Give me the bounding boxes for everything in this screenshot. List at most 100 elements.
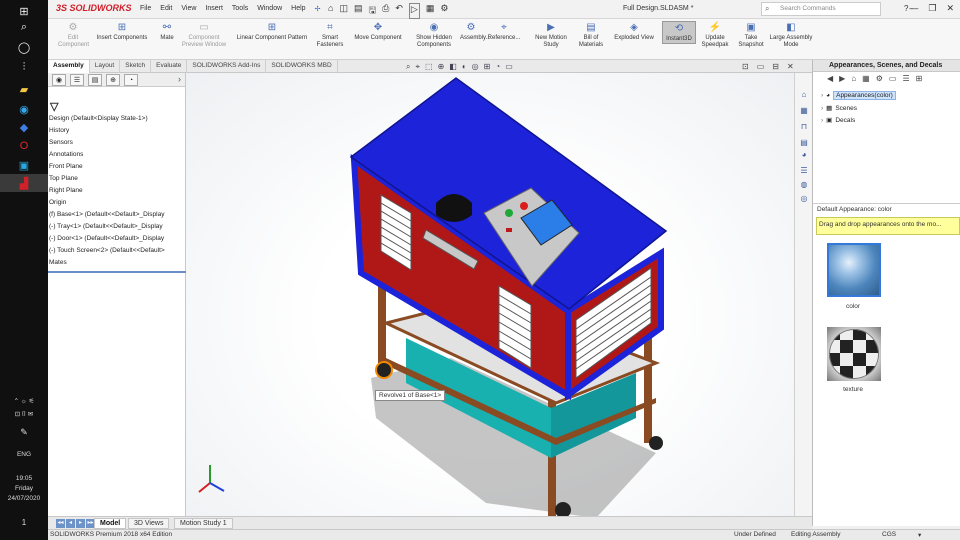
app-icon[interactable]: ▣: [14, 156, 34, 174]
view-tool-icon[interactable]: ⌕: [406, 62, 410, 72]
tree-node[interactable]: (f) Base<1> (Default<<Default>_Display: [48, 211, 186, 223]
select-icon[interactable]: ▷: [408, 3, 420, 19]
view-tool-icon[interactable]: ◎: [472, 62, 479, 72]
task-pane-tab-icon[interactable]: ▤: [798, 137, 810, 149]
viewport-close-icon[interactable]: ✕: [787, 62, 794, 71]
restore-button[interactable]: ❐: [928, 3, 936, 14]
tree-node[interactable]: Sensors: [48, 139, 186, 151]
pin-icon[interactable]: ✢: [315, 5, 321, 13]
configuration-manager-tab-icon[interactable]: ▤: [88, 74, 102, 86]
viewport-minimize-icon[interactable]: ▭: [757, 62, 765, 71]
tree-node[interactable]: Front Plane: [48, 163, 186, 175]
appearance-node[interactable]: › ◕ Appearances(color): [821, 91, 896, 100]
dimxpert-tab-icon[interactable]: ⊕: [106, 74, 120, 86]
save-icon[interactable]: 🖫: [368, 3, 376, 19]
menu-tools[interactable]: Tools: [232, 5, 248, 13]
viewport-restore-icon[interactable]: ⊟: [772, 62, 779, 71]
pane-divider[interactable]: [813, 203, 960, 204]
task-pane-tab-icon[interactable]: ◕: [798, 149, 810, 161]
task-pane-tab-icon[interactable]: ☰: [798, 165, 810, 177]
tree-node[interactable]: Right Plane: [48, 187, 186, 199]
tab-layout[interactable]: Layout: [90, 60, 121, 73]
menu-help[interactable]: Help: [291, 5, 305, 13]
view-tool-icon[interactable]: ⊕: [438, 62, 445, 72]
view-tool-icon[interactable]: ⌖: [415, 62, 420, 72]
status-units-dropdown-icon[interactable]: ▾: [918, 531, 921, 539]
tray-icons[interactable]: ⌃ ☼ ⚟: [0, 397, 48, 406]
clock-time[interactable]: 19:05: [0, 474, 48, 483]
tree-node[interactable]: Design (Default<Display State-1>): [48, 115, 186, 127]
ribbon-button-mate[interactable]: ⚯ Mate: [156, 21, 178, 42]
tab-solidworks-add-ins[interactable]: SOLIDWORKS Add-Ins: [187, 60, 267, 73]
view-tool-icon[interactable]: ◧: [449, 62, 457, 72]
ribbon-button-smart-fasteners[interactable]: ⌗ Smart Fasteners: [316, 21, 344, 49]
minimize-button[interactable]: —: [909, 3, 918, 14]
view-tool-icon[interactable]: ▭: [505, 62, 513, 72]
opera-icon[interactable]: O: [14, 137, 34, 155]
tree-node[interactable]: Mates: [48, 259, 186, 271]
filter-icon[interactable]: ▽: [50, 100, 58, 113]
solidworks-logo[interactable]: 3S SOLIDWORKS: [56, 3, 132, 13]
ribbon-button-update-speedpak[interactable]: ⚡ Update Speedpak: [698, 21, 732, 49]
task-pane-tool-icon[interactable]: ⌂: [851, 74, 856, 83]
tray-icons-2[interactable]: ⊡ ⌷ ✉: [0, 410, 48, 419]
tree-node[interactable]: (-) Touch Screen<2> (Default<<Default>: [48, 247, 186, 259]
expand-icon[interactable]: ›: [821, 92, 823, 99]
tab-assembly[interactable]: Assembly: [48, 60, 90, 73]
task-pane-tool-icon[interactable]: ☰: [902, 74, 909, 83]
feature-manager-tab-icon[interactable]: ◉: [52, 74, 66, 86]
tree-node[interactable]: Top Plane: [48, 175, 186, 187]
task-pane-tab-icon[interactable]: ⊓: [798, 121, 810, 133]
ribbon-button-linear-component-pattern[interactable]: ⊞ Linear Component Pattern: [232, 21, 312, 42]
task-view-icon[interactable]: ⫶: [14, 58, 34, 76]
assembly-model[interactable]: [186, 73, 794, 528]
ribbon-button-show-hidden-components[interactable]: ◉ Show Hidden Components: [414, 21, 454, 49]
task-pane-tool-icon[interactable]: ▦: [862, 74, 870, 83]
file-explorer-icon[interactable]: ▰: [14, 80, 34, 98]
tab-solidworks-mbd[interactable]: SOLIDWORKS MBD: [266, 60, 338, 73]
ribbon-button-large-assembly-mode[interactable]: ◧ Large Assembly Mode: [766, 21, 816, 49]
tree-node[interactable]: Annotations: [48, 151, 186, 163]
ribbon-button-new-motion-study[interactable]: ▶ New Motion Study: [532, 21, 570, 49]
rollback-bar[interactable]: [48, 271, 186, 273]
solidworks-taskbar-icon[interactable]: ▟: [0, 174, 48, 192]
viewport-tile-icon[interactable]: ⊡: [742, 62, 749, 71]
tab-3d-views[interactable]: 3D Views: [128, 518, 170, 529]
notification-icon[interactable]: 1: [0, 518, 48, 527]
task-pane-tool-icon[interactable]: ▭: [889, 74, 897, 83]
task-pane-tab-icon[interactable]: ▦: [798, 105, 810, 117]
tab-evaluate[interactable]: Evaluate: [151, 60, 188, 73]
print-icon[interactable]: ⎙: [382, 3, 389, 19]
task-pane-tab-icon[interactable]: ⌂: [798, 89, 810, 101]
ribbon-button-reference-[interactable]: ⌖ Reference...: [482, 21, 526, 42]
undo-icon[interactable]: ↶: [395, 3, 403, 19]
pen-icon[interactable]: ✎: [0, 428, 48, 437]
menu-edit[interactable]: Edit: [160, 5, 172, 13]
tab-sketch[interactable]: Sketch: [120, 60, 152, 73]
tab-model[interactable]: Model: [94, 518, 127, 529]
app-icon[interactable]: ◆: [14, 118, 34, 136]
status-units[interactable]: CGS: [882, 531, 896, 538]
graphics-area[interactable]: Revolve1 of Base<1>: [186, 73, 794, 528]
rebuild-icon[interactable]: ▦: [426, 3, 435, 19]
menu-file[interactable]: File: [140, 5, 151, 13]
property-manager-tab-icon[interactable]: ☰: [70, 74, 84, 86]
ribbon-button-take-snapshot[interactable]: ▣ Take Snapshot: [736, 21, 766, 49]
cortana-icon[interactable]: ◯: [14, 38, 34, 56]
ribbon-button-exploded-view[interactable]: ◈ Exploded View: [610, 21, 658, 42]
options-icon[interactable]: ⚙: [440, 3, 448, 19]
tree-node[interactable]: History: [48, 127, 186, 139]
tab-motion-study[interactable]: Motion Study 1: [174, 518, 233, 529]
texture-swatch[interactable]: [827, 327, 881, 381]
next-tab-icon[interactable]: ▸: [76, 519, 85, 528]
ribbon-button-edit-component[interactable]: ⚙ Edit Component: [58, 21, 89, 49]
task-pane-tab-icon[interactable]: ◍: [798, 179, 810, 191]
ribbon-button-instant3d[interactable]: ⟲ Instant3D: [662, 21, 696, 44]
language-indicator[interactable]: ENG: [0, 450, 48, 459]
view-tool-icon[interactable]: ⊞: [484, 62, 491, 72]
task-pane-tool-icon[interactable]: ▶: [839, 74, 845, 83]
new-icon[interactable]: ◫: [339, 3, 348, 19]
tree-node[interactable]: (-) Tray<1> (Default<<Default>_Display: [48, 223, 186, 235]
task-pane-tool-icon[interactable]: ◀: [827, 74, 833, 83]
search-commands-input[interactable]: ⌕ Search Commands: [761, 2, 881, 16]
